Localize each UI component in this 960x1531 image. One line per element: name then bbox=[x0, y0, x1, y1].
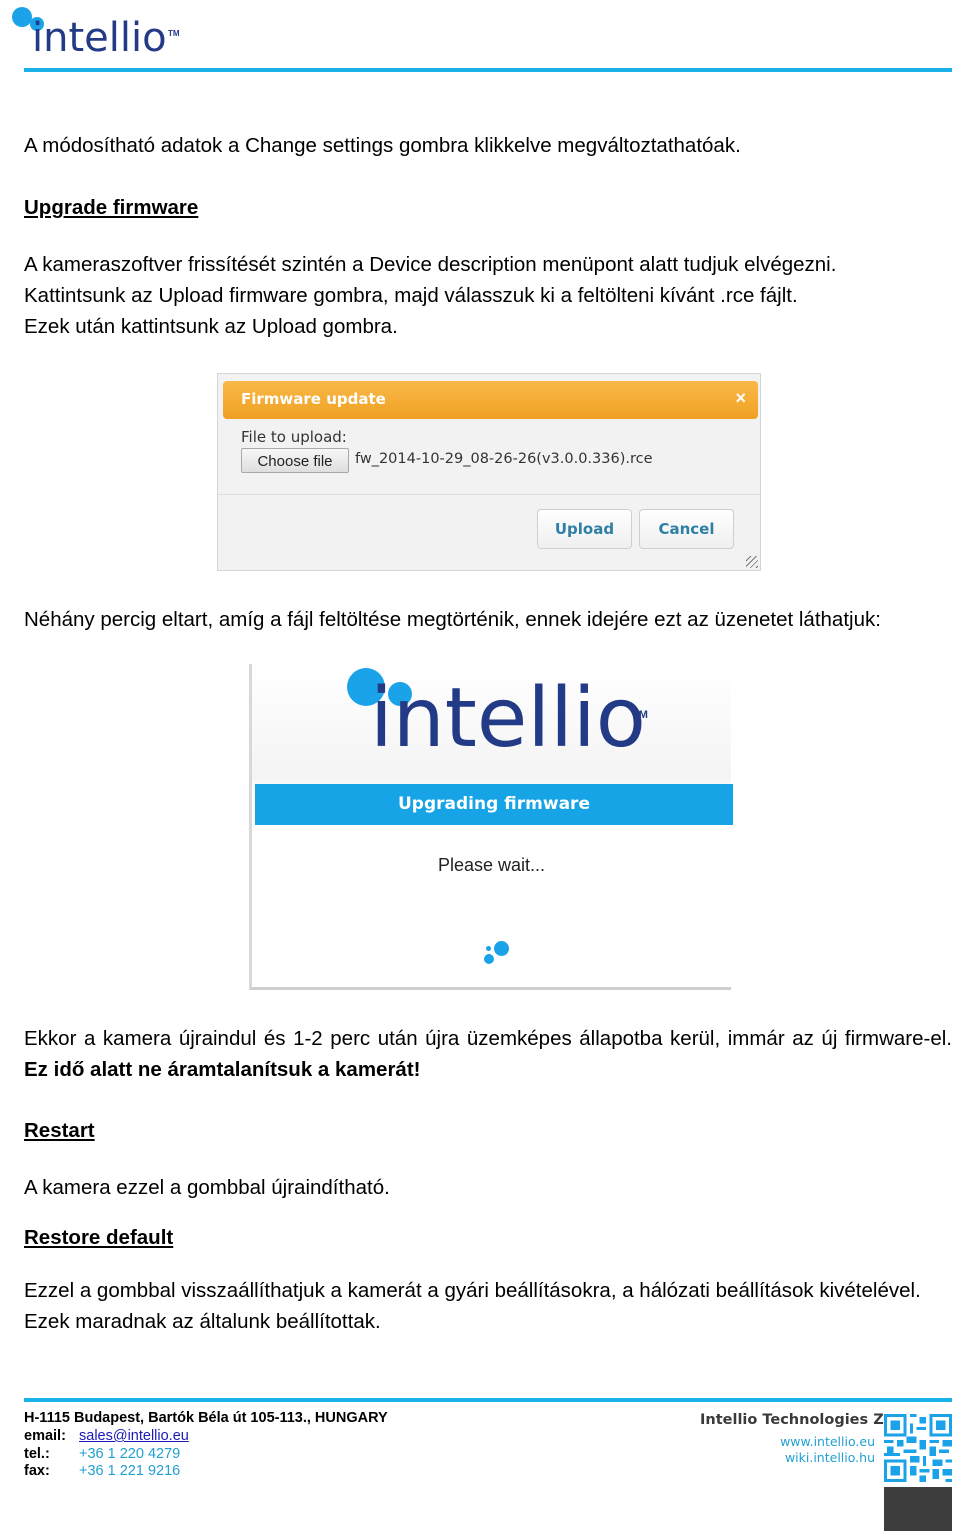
power-warning: Ez idő alatt ne áramtalanítsuk a kamerát… bbox=[24, 1058, 421, 1081]
upgrading-firmware-screen: intellio TM Upgrading firmware Please wa… bbox=[249, 664, 733, 990]
upgrade-line-1: A kameraszoftver frissítését szintén a D… bbox=[24, 253, 837, 276]
wiki-link[interactable]: wiki.intellio.hu bbox=[785, 1450, 875, 1465]
restore-default-paragraph: Ezzel a gombbal visszaállíthatjuk a kame… bbox=[24, 1279, 921, 1333]
file-to-upload-label: File to upload: bbox=[241, 428, 347, 446]
logo-trademark: TM bbox=[632, 709, 648, 721]
logo-trademark: TM bbox=[168, 29, 180, 38]
loading-spinner-icon bbox=[482, 941, 512, 969]
please-wait-message: Please wait... bbox=[437, 855, 546, 875]
waiting-paragraph: Néhány percig eltart, amíg a fájl feltöl… bbox=[24, 608, 881, 631]
qr-code-icon bbox=[884, 1414, 952, 1482]
footer-divider bbox=[24, 1398, 952, 1402]
logo-wordmark: intellio bbox=[32, 15, 167, 61]
footer-dark-block bbox=[884, 1487, 952, 1531]
selected-file-name: fw_2014-10-29_08-26-26(v3.0.0.336).rce bbox=[355, 451, 653, 467]
footer-address: H-1115 Budapest, Bartók Béla út 105-113.… bbox=[24, 1410, 388, 1426]
logo-wordmark: intellio bbox=[370, 671, 646, 766]
footer-email-row: email: sales@intellio.eu bbox=[24, 1428, 189, 1444]
email-link[interactable]: sales@intellio.eu bbox=[79, 1428, 189, 1444]
upgrade-line-2: Kattintsunk az Upload firmware gombra, m… bbox=[24, 284, 798, 307]
company-name: Intellio Technologies Zrt. bbox=[700, 1412, 904, 1428]
firmware-update-dialog: Firmware update × File to upload: Choose… bbox=[217, 373, 761, 571]
heading-restart: Restart bbox=[24, 1119, 95, 1142]
logo-dot-large bbox=[12, 7, 32, 27]
intellio-logo: intellio TM bbox=[10, 4, 210, 66]
dialog-title: Firmware update bbox=[241, 390, 386, 408]
header-divider bbox=[24, 68, 952, 72]
upgrading-banner-text: Upgrading firmware bbox=[398, 794, 590, 814]
after-upgrade-text: Ekkor a kamera újraindul és 1-2 perc utá… bbox=[24, 1027, 952, 1050]
upgrade-line-3: Ezek után kattintsunk az Upload gombra. bbox=[24, 315, 398, 338]
after-upgrade-paragraph: Ekkor a kamera újraindul és 1-2 perc utá… bbox=[24, 1023, 952, 1085]
intro-paragraph: A módosítható adatok a Change settings g… bbox=[24, 134, 741, 157]
choose-file-button[interactable]: Choose file bbox=[241, 448, 349, 473]
fax-number: +36 1 221 9216 bbox=[79, 1463, 181, 1479]
website-link[interactable]: www.intellio.eu bbox=[780, 1434, 875, 1449]
tel-label: tel.: bbox=[24, 1446, 50, 1462]
footer-fax-row: fax: +36 1 221 9216 bbox=[24, 1463, 180, 1479]
upgrade-paragraph: A kameraszoftver frissítését szintén a D… bbox=[24, 249, 952, 342]
upgrading-banner: Upgrading firmware bbox=[255, 784, 733, 825]
footer-tel-row: tel.: +36 1 220 4279 bbox=[24, 1446, 180, 1462]
dialog-divider bbox=[218, 494, 760, 495]
dialog-titlebar: Firmware update × bbox=[223, 381, 758, 419]
heading-upgrade-firmware: Upgrade firmware bbox=[24, 196, 199, 219]
tel-number: +36 1 220 4279 bbox=[79, 1446, 181, 1462]
cancel-button[interactable]: Cancel bbox=[639, 509, 734, 549]
fax-label: fax: bbox=[24, 1463, 50, 1479]
resize-grip-icon[interactable] bbox=[746, 556, 758, 568]
close-icon[interactable]: × bbox=[735, 388, 746, 409]
upload-button[interactable]: Upload bbox=[537, 509, 632, 549]
email-label: email: bbox=[24, 1428, 66, 1444]
restart-paragraph: A kamera ezzel a gombbal újraindítható. bbox=[24, 1176, 390, 1199]
heading-restore-default: Restore default bbox=[24, 1226, 174, 1249]
